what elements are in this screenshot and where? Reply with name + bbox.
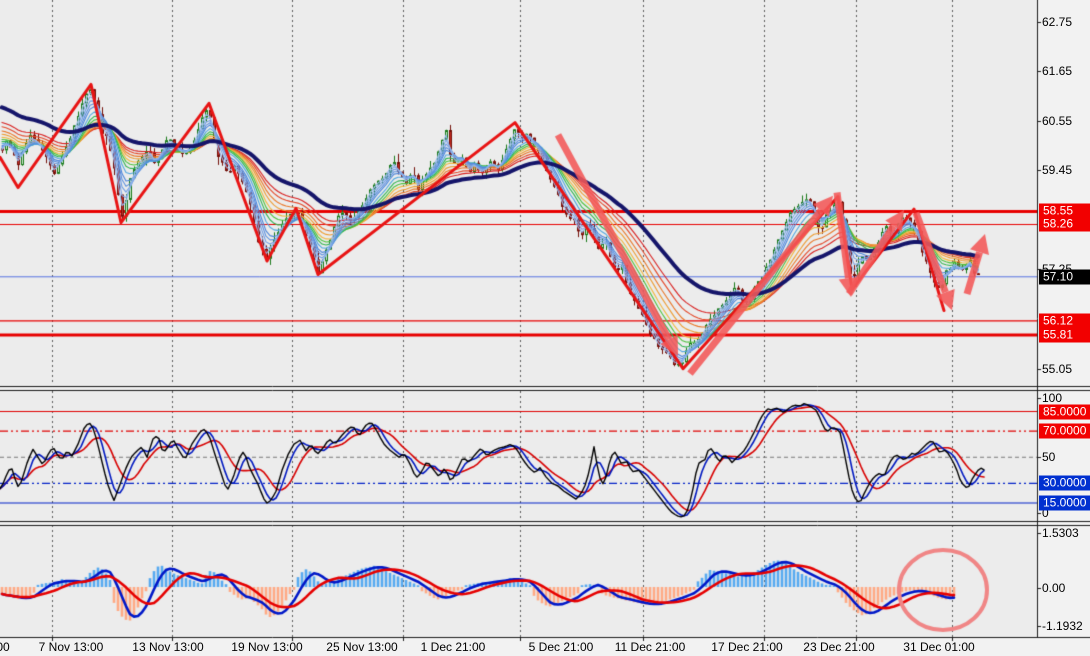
macd-panel[interactable] <box>0 525 1037 637</box>
main-price-panel[interactable] <box>0 0 1037 384</box>
time-axis[interactable] <box>0 637 1090 656</box>
trading-chart-window: 62.7561.6560.5559.4557.2555.051005001.53… <box>0 0 1090 656</box>
stochastic-panel[interactable] <box>0 391 1037 520</box>
price-axis[interactable] <box>1037 0 1090 637</box>
